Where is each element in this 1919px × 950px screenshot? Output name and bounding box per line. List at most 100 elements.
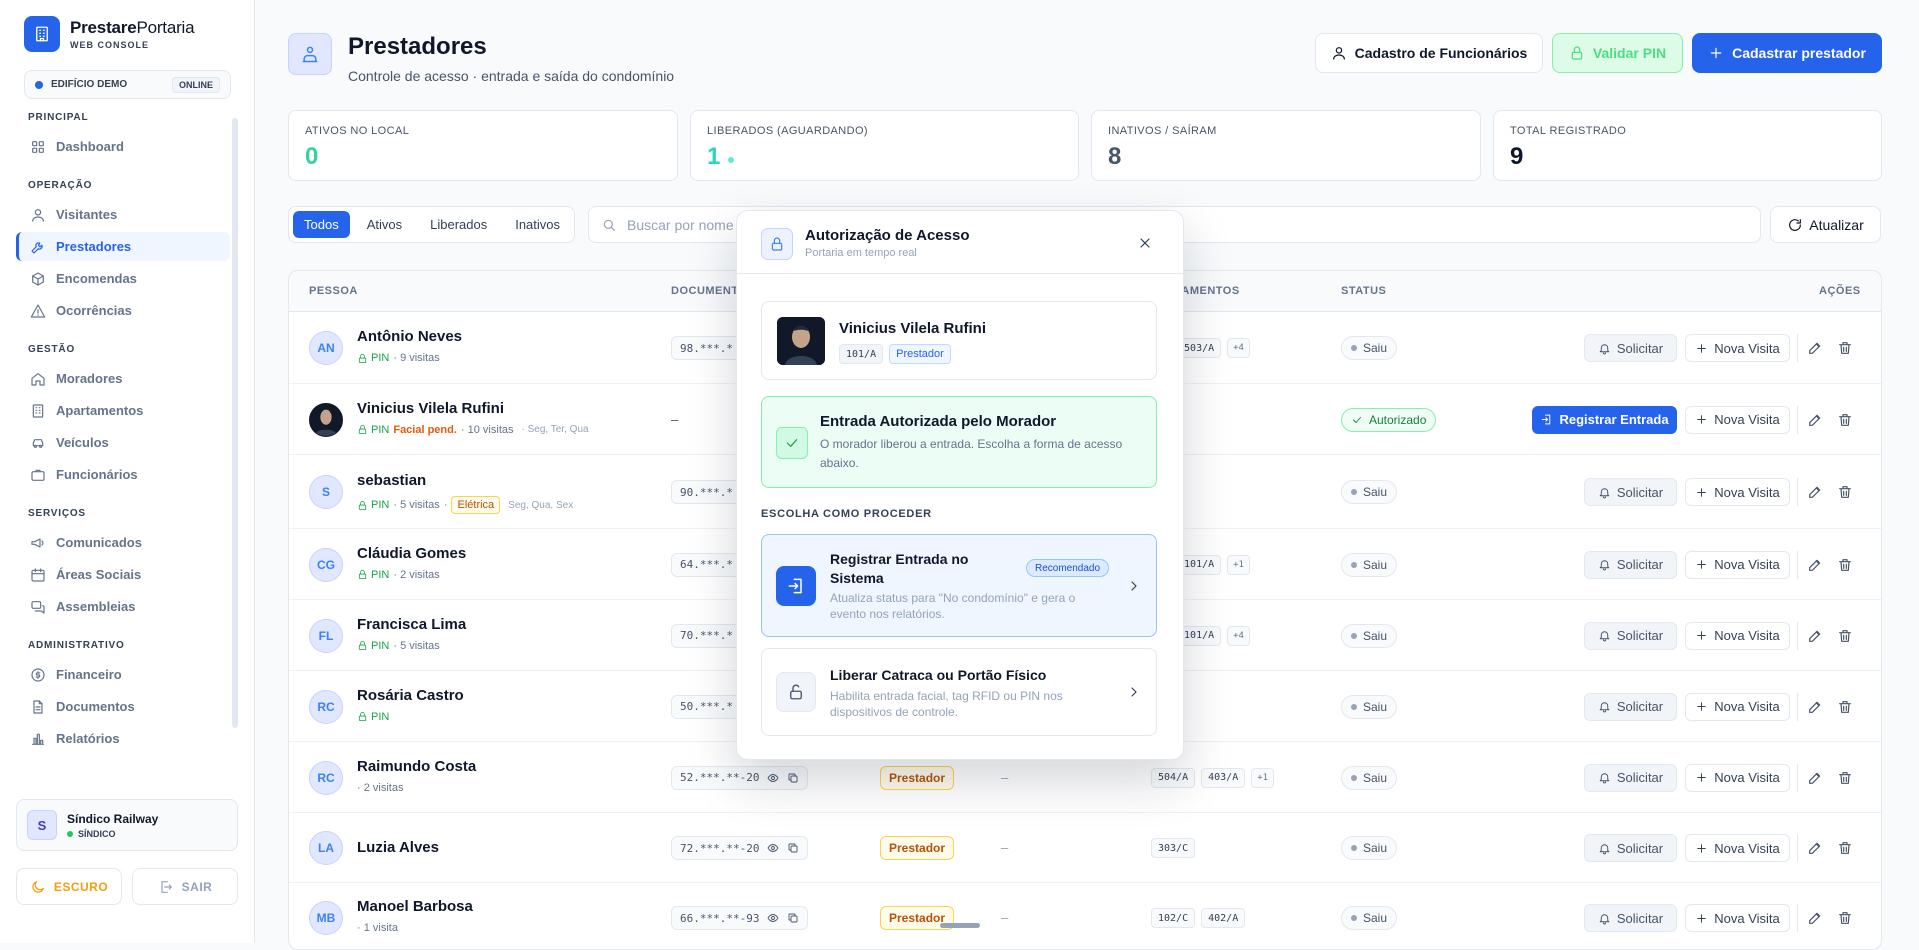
- nova-visita-button[interactable]: Nova Visita: [1685, 405, 1790, 434]
- person-name[interactable]: Antônio Neves: [357, 328, 462, 345]
- button-label: Cadastrar prestador: [1732, 45, 1866, 61]
- nova-visita-button[interactable]: Nova Visita: [1685, 478, 1790, 506]
- delete-icon[interactable]: [1837, 910, 1853, 926]
- building-selector[interactable]: EDIFÍCIO DEMO ONLINE: [24, 70, 231, 99]
- copy-icon[interactable]: [787, 842, 799, 854]
- sidebar-item-visitantes[interactable]: Visitantes: [16, 200, 230, 229]
- sidebar-item-ocorrencias[interactable]: Ocorrências: [16, 296, 230, 325]
- cadastrar-prestador-button[interactable]: Cadastrar prestador: [1692, 33, 1882, 73]
- sidebar-item-veiculos[interactable]: Veículos: [16, 428, 230, 457]
- document-value: 50.***.*: [680, 700, 733, 713]
- solicitar-button[interactable]: Solicitar: [1584, 478, 1677, 506]
- tab-todos[interactable]: Todos: [293, 211, 350, 238]
- edit-icon[interactable]: [1807, 910, 1823, 926]
- nova-visita-button[interactable]: Nova Visita: [1685, 904, 1790, 932]
- scroll-handle[interactable]: [940, 923, 980, 928]
- refresh-button[interactable]: Atualizar: [1770, 206, 1881, 243]
- sidebar-item-apartamentos[interactable]: Apartamentos: [16, 396, 230, 425]
- eye-icon[interactable]: [767, 842, 779, 854]
- nova-visita-button[interactable]: Nova Visita: [1685, 834, 1790, 862]
- nova-visita-button[interactable]: Nova Visita: [1685, 692, 1790, 721]
- status-dot: [1351, 703, 1357, 710]
- edit-icon[interactable]: [1807, 770, 1823, 786]
- delete-icon[interactable]: [1837, 557, 1853, 573]
- copy-icon[interactable]: [787, 912, 799, 924]
- person-name[interactable]: sebastian: [357, 472, 426, 489]
- nova-visita-button[interactable]: Nova Visita: [1685, 621, 1790, 650]
- sidebar: PrestarePortaria WEB CONSOLE EDIFÍCIO DE…: [0, 0, 255, 943]
- delete-icon[interactable]: [1837, 340, 1853, 356]
- close-icon[interactable]: [1137, 235, 1153, 251]
- table-row[interactable]: MB Manoel Barbosa · 1 visita 66.***.**-93 Pr…: [289, 883, 1881, 949]
- sidebar-item-assembleias[interactable]: Assembleias: [16, 592, 230, 621]
- edit-icon[interactable]: [1807, 840, 1823, 856]
- tab-inativos[interactable]: Inativos: [504, 211, 571, 238]
- option-liberar-catraca[interactable]: Liberar Catraca ou Portão Físico Habilit…: [761, 648, 1157, 736]
- person-name[interactable]: Cláudia Gomes: [357, 545, 466, 562]
- sidebar-item-documentos[interactable]: Documentos: [16, 692, 230, 721]
- person-name[interactable]: Luzia Alves: [357, 839, 439, 856]
- sidebar-item-comunicados[interactable]: Comunicados: [16, 528, 230, 557]
- sidebar-item-prestadores[interactable]: Prestadores: [16, 232, 230, 261]
- eye-icon[interactable]: [767, 912, 779, 924]
- nova-visita-button[interactable]: Nova Visita: [1685, 550, 1790, 579]
- modal-title: Autorização de Acesso: [805, 227, 970, 244]
- sidebar-item-relatorios[interactable]: Relatórios: [16, 724, 230, 753]
- copy-icon[interactable]: [787, 772, 799, 784]
- delete-icon[interactable]: [1837, 699, 1853, 715]
- sidebar-item-label: Veículos: [56, 435, 109, 450]
- brand-logo[interactable]: PrestarePortaria WEB CONSOLE: [24, 16, 195, 52]
- delete-icon[interactable]: [1837, 412, 1853, 428]
- nova-visita-button[interactable]: Nova Visita: [1685, 334, 1790, 362]
- plus-icon: [1710, 47, 1722, 59]
- solicitar-button[interactable]: Solicitar: [1584, 692, 1677, 721]
- edit-icon[interactable]: [1807, 699, 1823, 715]
- user-card[interactable]: S Síndico Railway SÍNDICO: [16, 799, 238, 851]
- person-name[interactable]: Vinicius Vilela Rufini: [357, 400, 504, 417]
- sidebar-scrollbar[interactable]: [232, 118, 238, 728]
- status-dot: [1351, 561, 1357, 568]
- sidebar-item-dashboard[interactable]: Dashboard: [16, 132, 230, 161]
- delete-icon[interactable]: [1837, 840, 1853, 856]
- solicitar-button[interactable]: Solicitar: [1584, 621, 1677, 650]
- tab-ativos[interactable]: Ativos: [356, 211, 413, 238]
- solicitar-button[interactable]: Solicitar: [1584, 334, 1677, 362]
- eye-icon[interactable]: [767, 772, 779, 784]
- validar-pin-button[interactable]: Validar PIN: [1552, 33, 1683, 73]
- table-row[interactable]: LA Luzia Alves 72.***.**-20 Prestador – 303/C…: [289, 813, 1881, 883]
- sidebar-item-funcionarios[interactable]: Funcionários: [16, 460, 230, 489]
- edit-icon[interactable]: [1807, 557, 1823, 573]
- delete-icon[interactable]: [1837, 628, 1853, 644]
- person-name[interactable]: Rosária Castro: [357, 687, 464, 704]
- edit-icon[interactable]: [1807, 628, 1823, 644]
- type-badge: Prestador: [880, 765, 955, 790]
- option-registrar-entrada[interactable]: Registrar Entrada no Sistema Recomendado…: [761, 534, 1157, 637]
- sidebar-item-encomendas[interactable]: Encomendas: [16, 264, 230, 293]
- document-value: 52.***.**-20: [680, 771, 760, 784]
- sidebar-item-financeiro[interactable]: Financeiro: [16, 660, 230, 689]
- sidebar-item-moradores[interactable]: Moradores: [16, 364, 230, 393]
- logout-button[interactable]: SAIR: [132, 868, 238, 905]
- edit-icon[interactable]: [1807, 412, 1823, 428]
- solicitar-button[interactable]: Solicitar: [1584, 904, 1677, 932]
- button-label: Solicitar: [1616, 770, 1664, 785]
- person-name[interactable]: Raimundo Costa: [357, 758, 476, 775]
- solicitar-button[interactable]: Solicitar: [1584, 763, 1677, 792]
- solicitar-button[interactable]: Solicitar: [1584, 550, 1677, 579]
- delete-icon[interactable]: [1837, 484, 1853, 500]
- edit-icon[interactable]: [1807, 340, 1823, 356]
- person-name[interactable]: Manoel Barbosa: [357, 898, 473, 915]
- delete-icon[interactable]: [1837, 770, 1853, 786]
- status-label: Saiu: [1363, 485, 1388, 499]
- button-label: Nova Visita: [1714, 840, 1780, 856]
- sidebar-item-areas-sociais[interactable]: Áreas Sociais: [16, 560, 230, 589]
- theme-toggle-button[interactable]: ESCURO: [16, 868, 122, 905]
- registrar-entrada-button[interactable]: Registrar Entrada: [1532, 405, 1677, 434]
- cadastro-funcionarios-button[interactable]: Cadastro de Funcionários: [1315, 33, 1543, 73]
- tab-liberados[interactable]: Liberados: [419, 211, 498, 238]
- edit-icon[interactable]: [1807, 484, 1823, 500]
- person-name[interactable]: Francisca Lima: [357, 616, 466, 633]
- solicitar-button[interactable]: Solicitar: [1584, 834, 1677, 862]
- nova-visita-button[interactable]: Nova Visita: [1685, 763, 1790, 792]
- chevron-right-icon: [1126, 684, 1142, 700]
